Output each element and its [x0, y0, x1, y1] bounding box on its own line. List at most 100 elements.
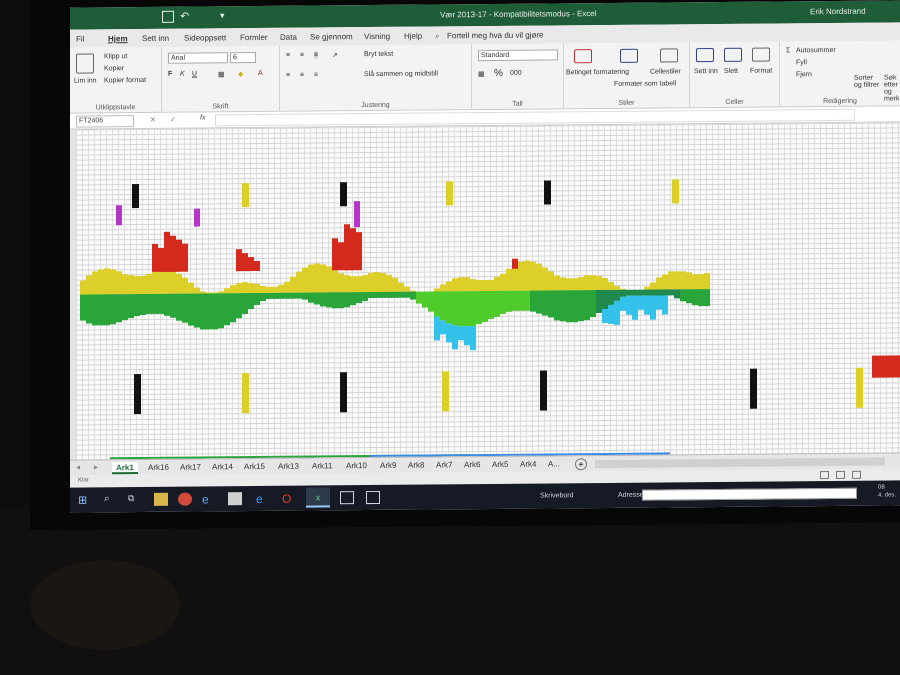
- align-middle-icon[interactable]: ≡: [300, 52, 304, 59]
- italic-icon[interactable]: K: [180, 71, 185, 78]
- sheet-tab-ark4[interactable]: Ark4: [516, 459, 540, 471]
- sheet-tab-ark5[interactable]: Ark5: [488, 459, 512, 471]
- sheet-tab-ark7[interactable]: Ark7: [432, 459, 456, 471]
- window-icon[interactable]: [340, 491, 354, 505]
- insert-function-icon[interactable]: fx: [200, 114, 205, 121]
- sheet-tab-more[interactable]: A...: [544, 458, 564, 470]
- tab-view[interactable]: Visning: [364, 32, 390, 41]
- add-sheet-icon[interactable]: +: [575, 458, 587, 471]
- sheet-tab-ark15[interactable]: Ark15: [240, 461, 269, 473]
- user-name[interactable]: Erik Nordstrand: [810, 7, 866, 16]
- app-icon[interactable]: [228, 492, 242, 506]
- bold-icon[interactable]: F: [168, 71, 172, 78]
- desktop-label[interactable]: Skrivebord: [540, 492, 573, 499]
- tab-insert[interactable]: Sett inn: [142, 34, 169, 43]
- windows-icon[interactable]: ⊞: [78, 493, 92, 507]
- sheet-tab-ark13[interactable]: Ark13: [274, 461, 303, 473]
- fill-button[interactable]: Fyll: [796, 59, 807, 66]
- prev-sheet-icon[interactable]: ◂: [76, 463, 80, 472]
- font-name-box[interactable]: Arial: [168, 52, 228, 64]
- sheet-tab-ark10[interactable]: Ark10: [342, 460, 371, 472]
- conditional-format-icon[interactable]: [574, 49, 592, 64]
- copy-button[interactable]: Kopier: [104, 65, 124, 72]
- tab-formulas[interactable]: Formler: [240, 33, 268, 42]
- page-layout-view-icon[interactable]: [836, 470, 845, 479]
- align-center-icon[interactable]: ≡: [300, 72, 304, 79]
- fill-color-icon[interactable]: ◆: [238, 70, 243, 78]
- wrap-text-button[interactable]: Bryt tekst: [364, 51, 393, 58]
- tab-page-layout[interactable]: Sideoppsett: [184, 33, 226, 42]
- address-field[interactable]: [642, 487, 857, 501]
- autosum-button[interactable]: Autosummer: [796, 47, 836, 54]
- font-size-box[interactable]: 6: [230, 52, 256, 64]
- enter-icon[interactable]: ✓: [170, 116, 176, 124]
- sheet-tab-ark1[interactable]: Ark1: [112, 462, 138, 475]
- delete-cells-button[interactable]: Slett: [724, 68, 738, 75]
- sheet-tab-ark14[interactable]: Ark14: [208, 461, 237, 473]
- insert-cells-button[interactable]: Sett inn: [694, 68, 718, 75]
- undo-icon[interactable]: ↶: [180, 10, 189, 23]
- cancel-icon[interactable]: ✕: [150, 116, 156, 124]
- ie-icon[interactable]: e: [256, 492, 270, 506]
- font-color-icon[interactable]: A: [258, 70, 263, 77]
- opera-icon[interactable]: O: [282, 492, 296, 506]
- paste-button[interactable]: Lim inn: [74, 77, 97, 84]
- sort-filter-button[interactable]: Sorter og filtrer: [854, 75, 882, 89]
- align-top-icon[interactable]: ≡: [286, 52, 290, 59]
- qat-more-icon[interactable]: ▾: [220, 10, 225, 21]
- comma-icon[interactable]: 000: [510, 70, 522, 77]
- paste-icon[interactable]: [76, 53, 94, 74]
- underline-icon[interactable]: U: [192, 71, 197, 78]
- name-box[interactable]: FT2406: [76, 115, 134, 128]
- search-taskbar-icon[interactable]: ⌕: [104, 493, 118, 506]
- horizontal-scrollbar[interactable]: [595, 457, 885, 469]
- insert-cells-icon[interactable]: [696, 48, 714, 63]
- edge-icon[interactable]: e: [202, 492, 216, 506]
- tab-home[interactable]: Hjem: [108, 34, 128, 43]
- align-right-icon[interactable]: ≡: [314, 71, 318, 78]
- chrome-icon[interactable]: [178, 492, 192, 506]
- sheet-tab-ark11[interactable]: Ark11: [308, 460, 336, 472]
- sheet-tab-ark8[interactable]: Ark8: [404, 460, 428, 472]
- conditional-format-button[interactable]: Betinget formatering: [566, 69, 629, 77]
- borders-icon[interactable]: ▦: [218, 70, 225, 78]
- cell-styles-icon[interactable]: [660, 48, 678, 63]
- save-icon[interactable]: [162, 10, 174, 23]
- sheet-tab-ark17[interactable]: Ark17: [176, 461, 205, 473]
- merge-center-button[interactable]: Slå sammen og midtstill: [364, 70, 438, 78]
- tell-me-box[interactable]: Fortell meg hva du vil gjøre: [447, 31, 543, 41]
- tab-review[interactable]: Se gjennom: [310, 32, 353, 41]
- tab-file[interactable]: Fil: [76, 35, 84, 44]
- search-icon[interactable]: ⌕: [435, 31, 439, 41]
- align-left-icon[interactable]: ≡: [286, 72, 290, 79]
- orientation-icon[interactable]: ↗: [332, 51, 338, 59]
- clock[interactable]: 08 4. des.: [878, 483, 896, 499]
- format-as-table-icon[interactable]: [620, 48, 638, 63]
- currency-icon[interactable]: ▦: [478, 70, 485, 78]
- sheet-tab-ark6[interactable]: Ark6: [460, 459, 484, 471]
- align-bottom-icon[interactable]: ≡: [314, 51, 319, 59]
- format-cells-button[interactable]: Format: [750, 68, 772, 75]
- delete-cells-icon[interactable]: [724, 47, 742, 62]
- sheet-tab-ark9[interactable]: Ark9: [376, 460, 400, 472]
- page-break-view-icon[interactable]: [852, 470, 861, 479]
- task-view-icon[interactable]: ⧉: [128, 493, 142, 506]
- tab-data[interactable]: Data: [280, 33, 297, 42]
- format-as-table-button[interactable]: Formater som tabell: [614, 80, 676, 88]
- percent-icon[interactable]: %: [494, 68, 503, 79]
- format-cells-icon[interactable]: [752, 47, 770, 62]
- format-painter-button[interactable]: Kopier format: [104, 77, 146, 84]
- explorer-icon[interactable]: [154, 492, 168, 506]
- excel-icon[interactable]: x: [306, 487, 330, 508]
- autosum-icon[interactable]: Σ: [786, 47, 790, 54]
- tab-help[interactable]: Hjelp: [404, 32, 422, 41]
- next-sheet-icon[interactable]: ▸: [94, 462, 98, 471]
- number-format-box[interactable]: Standard: [478, 49, 558, 62]
- clear-button[interactable]: Fjern: [796, 71, 812, 78]
- worksheet-grid[interactable]: [70, 122, 900, 460]
- cell-styles-button[interactable]: Cellestiler: [650, 68, 681, 75]
- photos-icon[interactable]: [366, 490, 380, 505]
- normal-view-icon[interactable]: [820, 471, 829, 480]
- sheet-tab-ark16[interactable]: Ark16: [144, 462, 173, 474]
- cut-button[interactable]: Klipp ut: [104, 53, 127, 60]
